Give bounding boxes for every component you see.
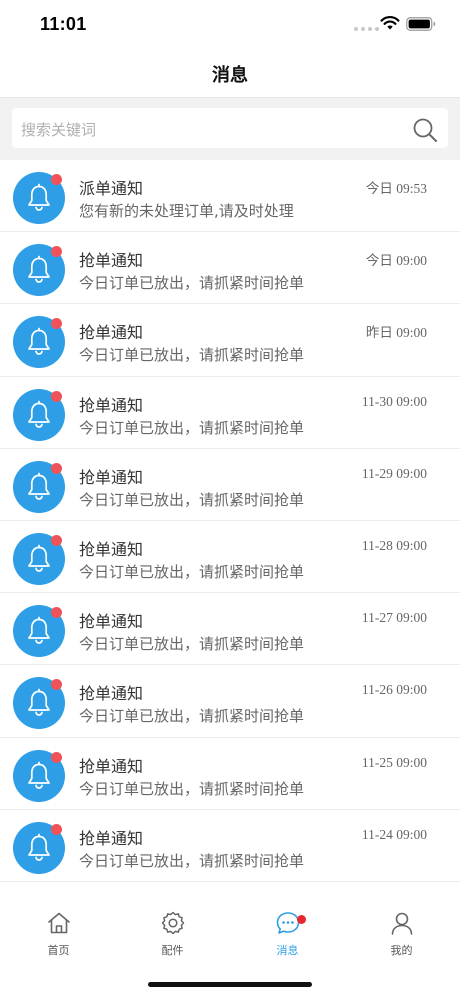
bell-icon <box>25 400 53 430</box>
bell-icon <box>25 327 53 357</box>
message-subtitle: 今日订单已放出，请抓紧时间抢单 <box>79 418 305 437</box>
message-title: 抢单通知 <box>79 539 144 559</box>
unread-badge <box>51 751 62 763</box>
tab-messages[interactable]: 消息 <box>230 910 345 962</box>
tab-bar: 首页 配件 消息 我的 <box>0 902 460 996</box>
bell-icon <box>25 255 53 285</box>
message-item[interactable]: 派单通知您有新的未处理订单,请及时处理 今日 09:53 <box>0 160 460 233</box>
message-time: 11-27 09:00 <box>361 610 427 626</box>
message-subtitle: 今日订单已放出，请抓紧时间抢单 <box>79 779 305 798</box>
tab-profile[interactable]: 我的 <box>344 910 459 962</box>
message-title: 抢单通知 <box>79 395 144 415</box>
home-indicator[interactable] <box>148 982 312 987</box>
bell-icon <box>25 761 53 791</box>
message-item[interactable]: 抢单通知今日订单已放出，请抓紧时间抢单 11-29 09:00 <box>0 449 460 521</box>
message-title: 抢单通知 <box>79 828 144 848</box>
message-item[interactable]: 抢单通知今日订单已放出，请抓紧时间抢单 11-30 09:00 <box>0 377 460 449</box>
message-item[interactable]: 抢单通知今日订单已放出，请抓紧时间抢单 11-25 09:00 <box>0 738 460 810</box>
message-item[interactable]: 抢单通知今日订单已放出，请抓紧时间抢单 11-24 09:00 <box>0 810 460 882</box>
message-time: 11-30 09:00 <box>361 393 427 409</box>
bell-icon <box>25 688 53 718</box>
status-time: 11:01 <box>40 14 87 34</box>
message-title: 抢单通知 <box>79 612 144 632</box>
message-subtitle: 今日订单已放出，请抓紧时间抢单 <box>79 707 305 726</box>
message-title: 抢单通知 <box>79 467 144 487</box>
unread-badge <box>51 823 62 835</box>
message-list: 派单通知 您有新的未处理订单,请及时处理 今日 09:53 抢单通知 今日订单已放出，请… <box>0 160 460 882</box>
tab-home[interactable]: 首页 <box>1 910 116 962</box>
unread-badge <box>51 390 62 402</box>
message-time: 11-24 09:00 <box>361 826 427 842</box>
bell-icon <box>25 616 53 646</box>
message-time: 今日 09:53 <box>365 181 427 196</box>
bell-icon <box>25 544 53 574</box>
search-input[interactable]: 搜索关键词 <box>12 108 448 148</box>
message-item[interactable]: 抢单通知今日订单已放出，请抓紧时间抢单 今日 09:00 <box>0 232 460 305</box>
unread-badge <box>51 462 62 474</box>
message-title: 抢单通知 <box>79 323 144 343</box>
message-time: 11-28 09:00 <box>361 537 427 553</box>
tab-messages-label: 消息 <box>276 944 299 957</box>
search-bar: 搜索关键词 <box>0 98 460 160</box>
message-item[interactable]: 抢单通知今日订单已放出，请抓紧时间抢单 昨日 09:00 <box>0 304 460 377</box>
tab-home-label: 首页 <box>47 944 70 957</box>
message-item[interactable]: 抢单通知今日订单已放出，请抓紧时间抢单 11-27 09:00 <box>0 593 460 666</box>
tab-parts-label: 配件 <box>161 944 184 957</box>
chat-bubble-icon <box>276 912 299 934</box>
bell-icon <box>25 833 53 863</box>
unread-badge <box>51 534 62 546</box>
message-time: 11-29 09:00 <box>361 465 427 481</box>
message-title: 抢单通知 <box>79 756 144 776</box>
tab-parts[interactable]: 配件 <box>115 910 230 962</box>
message-title: 抢单通知 <box>79 684 144 704</box>
message-item[interactable]: 抢单通知今日订单已放出，请抓紧时间抢单 11-26 09:00 <box>0 665 460 738</box>
message-title: 抢单通知 <box>79 251 144 271</box>
message-title: 派单通知 <box>79 179 144 198</box>
page-title: 消息 <box>212 65 248 86</box>
bell-icon <box>25 472 53 502</box>
message-time: 11-25 09:00 <box>361 754 427 770</box>
message-subtitle: 今日订单已放出，请抓紧时间抢单 <box>79 490 305 509</box>
status-bar: 11:01 <box>0 0 460 50</box>
message-time: 11-26 09:00 <box>361 682 427 698</box>
gear-icon <box>161 911 184 935</box>
message-subtitle: 您有新的未处理订单,请及时处理 <box>79 202 294 220</box>
tab-profile-label: 我的 <box>390 944 413 957</box>
tab-messages-badge <box>297 915 306 924</box>
wifi-icon <box>380 16 400 30</box>
cellular-signal-icon <box>354 27 379 31</box>
message-subtitle: 今日订单已放出，请抓紧时间抢单 <box>79 635 305 654</box>
message-subtitle: 今日订单已放出，请抓紧时间抢单 <box>79 562 305 581</box>
message-time: 今日 09:00 <box>365 253 427 269</box>
unread-badge <box>51 174 62 185</box>
battery-icon <box>406 17 436 31</box>
search-placeholder: 搜索关键词 <box>21 121 97 139</box>
message-subtitle: 今日订单已放出，请抓紧时间抢单 <box>79 274 305 293</box>
home-icon <box>47 912 70 934</box>
bell-icon <box>25 183 53 213</box>
search-icon[interactable] <box>412 117 438 143</box>
message-subtitle: 今日订单已放出，请抓紧时间抢单 <box>79 346 305 365</box>
message-subtitle: 今日订单已放出，请抓紧时间抢单 <box>79 851 305 870</box>
message-item[interactable]: 抢单通知今日订单已放出，请抓紧时间抢单 11-28 09:00 <box>0 521 460 594</box>
message-time: 昨日 09:00 <box>365 325 427 341</box>
user-icon <box>391 912 412 935</box>
